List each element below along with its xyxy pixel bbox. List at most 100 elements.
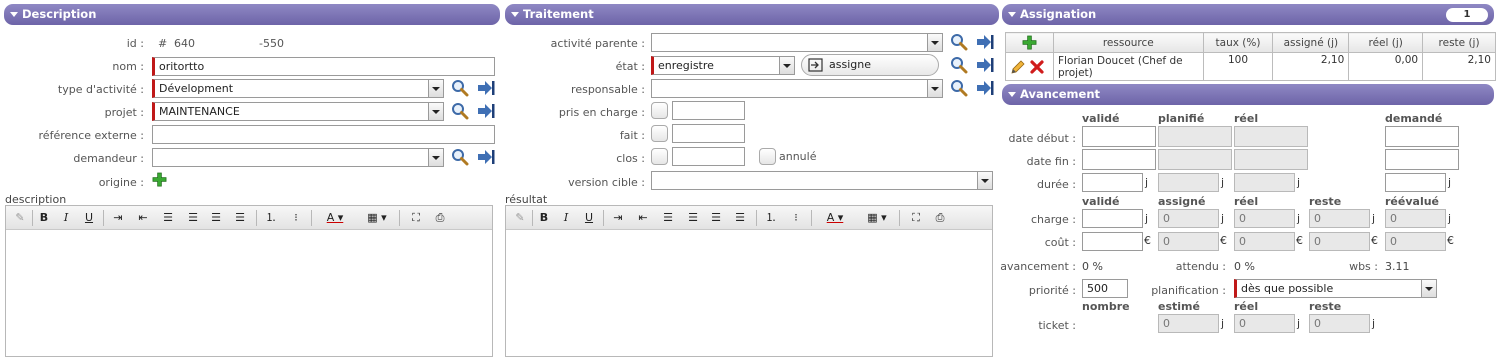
eraser-icon[interactable]: ✎ <box>10 209 30 227</box>
fullscreen-icon[interactable]: ⛶ <box>906 209 926 227</box>
align-left-icon[interactable]: ☰ <box>658 209 678 227</box>
chevron-down-icon[interactable] <box>927 80 942 97</box>
traitement-section-header[interactable]: Traitement <box>505 4 999 25</box>
date-fin-valide-field[interactable] <box>1082 149 1156 170</box>
description-section-header[interactable]: Description <box>4 4 500 25</box>
unit-jours: j <box>1145 176 1149 189</box>
align-center-icon[interactable]: ☰ <box>683 209 703 227</box>
bold-icon[interactable]: B <box>34 209 54 227</box>
outdent-icon[interactable]: ⇤ <box>633 209 653 227</box>
chevron-down-icon[interactable] <box>428 80 443 97</box>
cout-valide-field[interactable] <box>1082 232 1143 251</box>
goto-icon[interactable] <box>477 148 495 166</box>
projet-select[interactable]: MAINTENANCE <box>152 102 444 121</box>
outdent-icon[interactable]: ⇤ <box>133 209 153 227</box>
table-row[interactable]: Florian Doucet (Chef de projet) 100 2,10… <box>1005 52 1496 81</box>
delete-x-icon[interactable] <box>1029 59 1045 75</box>
search-icon[interactable] <box>950 79 968 97</box>
chevron-down-icon[interactable] <box>927 34 942 51</box>
nom-field[interactable]: oritortto <box>152 57 495 76</box>
resultat-editor[interactable]: ✎ B I U ⇥ ⇤ ☰ ☰ ☰ ☰ ⒈ ⁝ A ▾ ▦ ▾ ⛶ ⎙ <box>505 205 993 357</box>
charge-label: charge : <box>1030 213 1076 226</box>
font-color-icon[interactable]: A ▾ <box>318 209 352 227</box>
align-center-icon[interactable]: ☰ <box>183 209 203 227</box>
add-plus-icon[interactable] <box>152 172 167 187</box>
version-cible-select[interactable] <box>651 171 993 190</box>
annule-checkbox[interactable] <box>759 148 776 165</box>
demandeur-select[interactable] <box>152 148 444 167</box>
charge-valide-field[interactable] <box>1082 209 1143 228</box>
fait-checkbox[interactable] <box>651 125 668 142</box>
background-color-icon[interactable]: ▦ ▾ <box>359 209 395 227</box>
goto-icon[interactable] <box>477 79 495 97</box>
bullet-list-icon[interactable]: ⁝ <box>786 209 806 227</box>
underline-icon[interactable]: U <box>79 209 99 227</box>
avancement-header-title: Avancement <box>1020 87 1101 101</box>
date-fin-demande-field[interactable] <box>1385 149 1459 170</box>
priorite-field[interactable]: 500 <box>1082 279 1128 298</box>
align-right-icon[interactable]: ☰ <box>706 209 726 227</box>
duree-valide-field[interactable] <box>1082 173 1143 192</box>
pris-en-charge-date[interactable] <box>672 101 745 120</box>
bullet-list-icon[interactable]: ⁝ <box>286 209 306 227</box>
justify-icon[interactable]: ☰ <box>730 209 750 227</box>
responsable-select[interactable] <box>651 79 943 98</box>
print-icon[interactable]: ⎙ <box>930 209 950 227</box>
etat-select[interactable]: enregistre <box>651 56 795 75</box>
edit-pencil-icon[interactable] <box>1010 59 1026 75</box>
font-color-icon[interactable]: A ▾ <box>818 209 852 227</box>
justify-icon[interactable]: ☰ <box>230 209 250 227</box>
avancement-section-header[interactable]: Avancement <box>1002 84 1494 105</box>
fullscreen-icon[interactable]: ⛶ <box>406 209 426 227</box>
clos-date[interactable] <box>672 147 745 166</box>
underline-icon[interactable]: U <box>579 209 599 227</box>
print-icon[interactable]: ⎙ <box>430 209 450 227</box>
goto-icon[interactable] <box>976 79 994 97</box>
italic-icon[interactable]: I <box>556 209 576 227</box>
date-debut-valide-field[interactable] <box>1082 126 1156 147</box>
assigne-button[interactable]: assigne <box>801 54 939 76</box>
planification-select[interactable]: dès que possible <box>1234 279 1437 298</box>
clos-checkbox[interactable] <box>651 148 668 165</box>
duree-demande-field[interactable] <box>1385 173 1446 192</box>
chevron-down-icon[interactable] <box>1421 280 1436 297</box>
align-right-icon[interactable]: ☰ <box>206 209 226 227</box>
date-debut-demande-field[interactable] <box>1385 126 1459 147</box>
search-icon[interactable] <box>451 148 469 166</box>
indent-icon[interactable]: ⇥ <box>608 209 628 227</box>
goto-icon[interactable] <box>477 102 495 120</box>
background-color-icon[interactable]: ▦ ▾ <box>859 209 895 227</box>
projet-label: projet : <box>104 106 144 119</box>
goto-icon[interactable] <box>976 33 994 51</box>
type-activite-value: Dévelopment <box>159 82 234 95</box>
description-editor[interactable]: ✎ B I U ⇥ ⇤ ☰ ☰ ☰ ☰ ⒈ ⁝ A ▾ ▦ ▾ ⛶ ⎙ <box>5 205 493 357</box>
duree-label: durée : <box>1037 178 1076 191</box>
goto-icon[interactable] <box>976 56 994 74</box>
fait-date[interactable] <box>672 124 745 143</box>
search-icon[interactable] <box>950 56 968 74</box>
search-icon[interactable] <box>950 33 968 51</box>
assignation-section-header[interactable]: Assignation 1 <box>1002 4 1494 25</box>
type-activite-select[interactable]: Dévelopment <box>152 79 444 98</box>
pris-en-charge-checkbox[interactable] <box>651 102 668 119</box>
ordered-list-icon[interactable]: ⒈ <box>261 209 281 227</box>
unit-jours: j <box>1448 176 1452 189</box>
chevron-down-icon[interactable] <box>428 149 443 166</box>
assignation-table: ressource taux (%) assigné (j) réel (j) … <box>1005 32 1496 81</box>
chevron-down-icon[interactable] <box>779 57 794 74</box>
bold-icon[interactable]: B <box>534 209 554 227</box>
chevron-down-icon[interactable] <box>428 103 443 120</box>
toolbar-separator <box>256 210 257 226</box>
chevron-down-icon[interactable] <box>977 172 992 189</box>
eraser-icon[interactable]: ✎ <box>510 209 530 227</box>
reference-externe-field[interactable] <box>152 125 495 144</box>
activite-parente-select[interactable] <box>651 33 943 52</box>
add-plus-icon[interactable] <box>1022 35 1037 50</box>
ordered-list-icon[interactable]: ⒈ <box>761 209 781 227</box>
add-assignment-cell[interactable] <box>1005 32 1054 53</box>
align-left-icon[interactable]: ☰ <box>158 209 178 227</box>
indent-icon[interactable]: ⇥ <box>108 209 128 227</box>
search-icon[interactable] <box>451 102 469 120</box>
italic-icon[interactable]: I <box>56 209 76 227</box>
search-icon[interactable] <box>451 79 469 97</box>
